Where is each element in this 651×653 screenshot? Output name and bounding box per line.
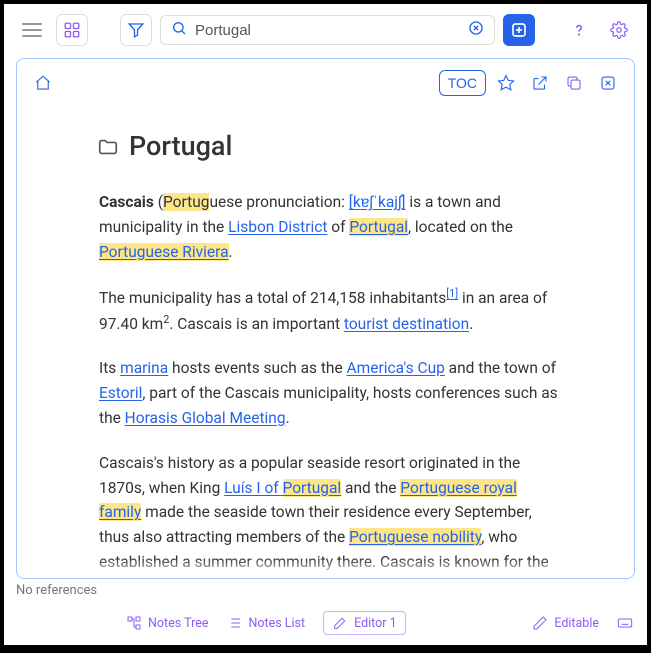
settings-button[interactable] bbox=[603, 14, 635, 46]
status-bar: No references bbox=[4, 579, 647, 605]
page-title: Portugal bbox=[97, 125, 562, 168]
link-lisbon-district[interactable]: Lisbon District bbox=[228, 218, 327, 236]
app-window: { "search": { "value": "Portugal" }, "do… bbox=[4, 4, 647, 645]
link-americas-cup[interactable]: America's Cup bbox=[347, 359, 445, 377]
document-panel: TOC Portugal Cascais (Portuguese pronunc… bbox=[16, 58, 635, 579]
link-portugal[interactable]: Portugal bbox=[349, 218, 408, 236]
link-ipa[interactable]: [kɐʃˈkajʃ] bbox=[349, 193, 406, 211]
link-portuguese-riviera[interactable]: Portuguese Riviera bbox=[99, 243, 229, 261]
highlight: Portug bbox=[163, 193, 209, 211]
footer-bar: Notes Tree Notes List Editor 1 Editable bbox=[4, 605, 647, 645]
help-button[interactable] bbox=[563, 14, 595, 46]
pencil-icon bbox=[532, 615, 548, 631]
document-content: Portugal Cascais (Portuguese pronunciati… bbox=[17, 107, 634, 578]
reference-link[interactable]: [1] bbox=[446, 287, 458, 300]
link-horasis[interactable]: Horasis Global Meeting bbox=[125, 409, 286, 427]
search-icon bbox=[171, 20, 187, 40]
document-toolbar: TOC bbox=[17, 59, 634, 107]
home-button[interactable] bbox=[29, 69, 57, 97]
notes-tree-button[interactable]: Notes Tree bbox=[126, 615, 208, 631]
page-title-text: Portugal bbox=[129, 125, 232, 168]
dashboard-button[interactable] bbox=[56, 14, 88, 46]
paragraph: The municipality has a total of 214,158 … bbox=[99, 285, 562, 337]
keyboard-button[interactable] bbox=[617, 615, 633, 631]
top-bar bbox=[4, 4, 647, 56]
link-estoril[interactable]: Estoril bbox=[99, 384, 142, 402]
list-icon bbox=[226, 615, 242, 631]
folder-icon bbox=[97, 136, 119, 158]
paragraph: Cascais (Portuguese pronunciation: [kɐʃˈ… bbox=[99, 190, 562, 264]
status-references: No references bbox=[16, 583, 97, 598]
paragraph: Cascais's history as a popular seaside r… bbox=[99, 451, 562, 578]
bold-text: Cascais bbox=[99, 193, 154, 211]
link-marina[interactable]: marina bbox=[120, 359, 168, 377]
keyboard-icon bbox=[617, 615, 633, 631]
editable-toggle[interactable]: Editable bbox=[532, 615, 599, 631]
add-button[interactable] bbox=[503, 14, 535, 46]
search-input[interactable] bbox=[195, 22, 460, 39]
edit-icon bbox=[332, 615, 348, 631]
close-panel-button[interactable] bbox=[594, 69, 622, 97]
search-box[interactable] bbox=[160, 15, 495, 45]
notes-list-button[interactable]: Notes List bbox=[226, 615, 305, 631]
link-luis-i[interactable]: Luís I of Portugal bbox=[224, 479, 341, 497]
open-external-button[interactable] bbox=[526, 69, 554, 97]
link-tourist-destination[interactable]: tourist destination bbox=[344, 315, 469, 333]
tree-icon bbox=[126, 615, 142, 631]
link-portuguese-nobility[interactable]: Portuguese nobility bbox=[349, 528, 481, 546]
filter-button[interactable] bbox=[120, 14, 152, 46]
paragraph: Its marina hosts events such as the Amer… bbox=[99, 356, 562, 430]
copy-button[interactable] bbox=[560, 69, 588, 97]
clear-search-icon[interactable] bbox=[468, 20, 484, 40]
editor-tab[interactable]: Editor 1 bbox=[323, 611, 406, 635]
favorite-button[interactable] bbox=[492, 69, 520, 97]
toc-button[interactable]: TOC bbox=[439, 70, 486, 96]
menu-button[interactable] bbox=[16, 14, 48, 46]
